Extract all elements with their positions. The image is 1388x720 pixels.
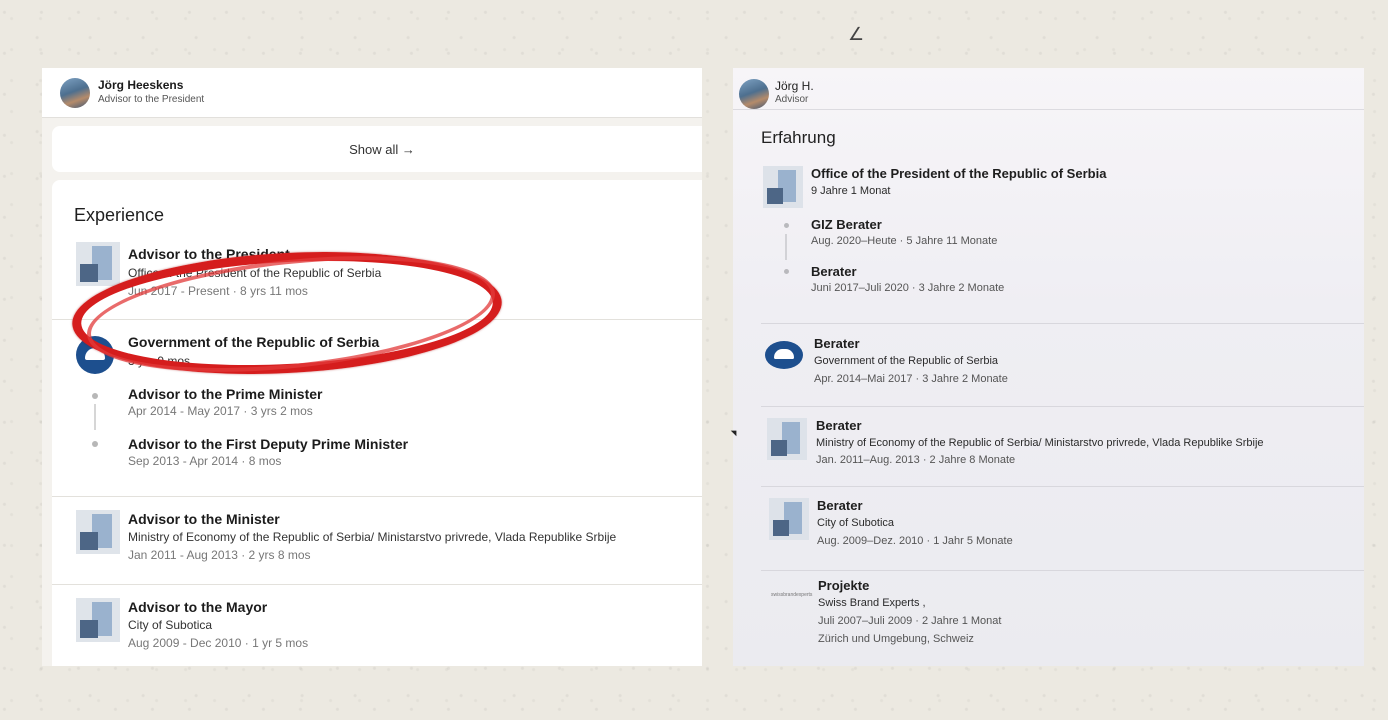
company-logo-icon — [767, 418, 807, 460]
divider — [761, 486, 1364, 487]
job-title[interactable]: Projekte — [818, 578, 869, 593]
role-dates: Apr 2014 - May 2017 · 3 yrs 2 mos — [128, 404, 313, 418]
role-dates: Juni 2017–Juli 2020 · 3 Jahre 2 Monate — [811, 282, 1005, 294]
company-logo-icon — [76, 598, 120, 642]
job-title[interactable]: Advisor to the Minister — [128, 511, 280, 527]
timeline-dot-icon — [92, 393, 98, 399]
job-dates: Aug 2009 - Dec 2010 · 1 yr 5 mos — [128, 636, 309, 650]
role-title[interactable]: Berater — [811, 264, 857, 279]
section-title: Experience — [74, 205, 165, 225]
job-dates: Jan 2011 - Aug 2013 · 2 yrs 8 mos — [128, 548, 311, 562]
show-all-link[interactable]: Show all → — [349, 142, 415, 157]
company-name: City of Subotica — [128, 618, 213, 632]
job-title[interactable]: Berater — [814, 336, 860, 351]
company-name: Government of the Republic of Serbia — [814, 355, 999, 367]
experience-section: Experience Advisor to the President Offi… — [52, 180, 702, 666]
timeline-dot-icon — [784, 223, 789, 228]
profile-header: Jörg Heeskens Advisor to the President — [42, 68, 702, 118]
experience-item[interactable]: Advisor to the Minister Ministry of Econ… — [76, 506, 696, 566]
profile-name[interactable]: Jörg H. — [775, 79, 814, 93]
company-name: City of Subotica — [817, 517, 895, 529]
company-logo-icon — [763, 166, 803, 208]
experience-item[interactable]: Berater City of Subotica Aug. 2009–Dez. … — [733, 496, 1364, 556]
divider — [761, 323, 1364, 324]
avatar[interactable] — [60, 77, 90, 108]
experience-item[interactable]: Projekte Swiss Brand Experts , Juli 2007… — [733, 578, 1364, 658]
role-title[interactable]: GIZ Berater — [811, 217, 882, 232]
timeline-dot-icon — [784, 269, 789, 274]
job-dates: Jan. 2011–Aug. 2013 · 2 Jahre 8 Monate — [816, 454, 1016, 466]
timeline-line — [94, 404, 96, 430]
experience-item[interactable]: Advisor to the Mayor City of Subotica Au… — [76, 594, 696, 654]
company-duration: 9 Jahre 1 Monat — [811, 185, 891, 197]
scribble-mark: ∠ — [848, 24, 865, 44]
profile-role: Advisor — [775, 94, 809, 105]
job-dates: Juli 2007–Juli 2009 · 2 Jahre 1 Monat — [818, 615, 1002, 627]
section-title: Erfahrung — [761, 128, 836, 147]
linkedin-german-panel: Jörg H. Advisor Erfahrung Office of the … — [733, 68, 1364, 666]
experience-item[interactable]: Berater Government of the Republic of Se… — [733, 336, 1364, 392]
divider — [52, 496, 702, 497]
show-all-card: Show all → — [52, 126, 702, 172]
profile-role: Advisor to the President — [98, 94, 205, 106]
job-title[interactable]: Berater — [816, 418, 862, 433]
role-dates: Aug. 2020–Heute · 5 Jahre 11 Monate — [811, 235, 998, 247]
role-dates: Sep 2013 - Apr 2014 · 8 mos — [128, 454, 282, 468]
company-logo-icon — [76, 510, 120, 554]
company-name: Ministry of Economy of the Republic of S… — [128, 530, 617, 544]
timeline-dot-icon — [92, 441, 98, 447]
job-dates: Aug. 2009–Dez. 2010 · 1 Jahr 5 Monate — [817, 535, 1013, 547]
job-location: Zürich und Umgebung, Schweiz — [818, 633, 974, 645]
job-title[interactable]: Advisor to the Mayor — [128, 599, 267, 615]
divider — [52, 584, 702, 585]
company-name: Swiss Brand Experts , — [818, 597, 926, 609]
job-title[interactable]: Berater — [817, 498, 863, 513]
experience-item[interactable]: Berater Ministry of Economy of the Repub… — [733, 416, 1364, 476]
linkedin-english-panel: Jörg Heeskens Advisor to the President S… — [42, 68, 702, 666]
divider — [761, 570, 1364, 571]
timeline-line — [785, 234, 787, 260]
profile-name[interactable]: Jörg Heeskens — [98, 79, 204, 93]
company-logo-icon — [769, 498, 809, 540]
company-name: Ministry of Economy of the Republic of S… — [816, 437, 1264, 449]
experience-item[interactable]: Office of the President of the Republic … — [733, 164, 1364, 304]
job-dates: Apr. 2014–Mai 2017 · 3 Jahre 2 Monate — [814, 373, 1008, 385]
company-logo-icon — [76, 242, 120, 286]
avatar[interactable] — [739, 79, 769, 109]
role-title[interactable]: Advisor to the First Deputy Prime Minist… — [128, 436, 408, 452]
role-title[interactable]: Advisor to the Prime Minister — [128, 386, 322, 402]
divider — [761, 406, 1364, 407]
profile-header: Jörg H. Advisor — [733, 68, 1364, 110]
company-name[interactable]: Office of the President of the Republic … — [811, 166, 1106, 181]
